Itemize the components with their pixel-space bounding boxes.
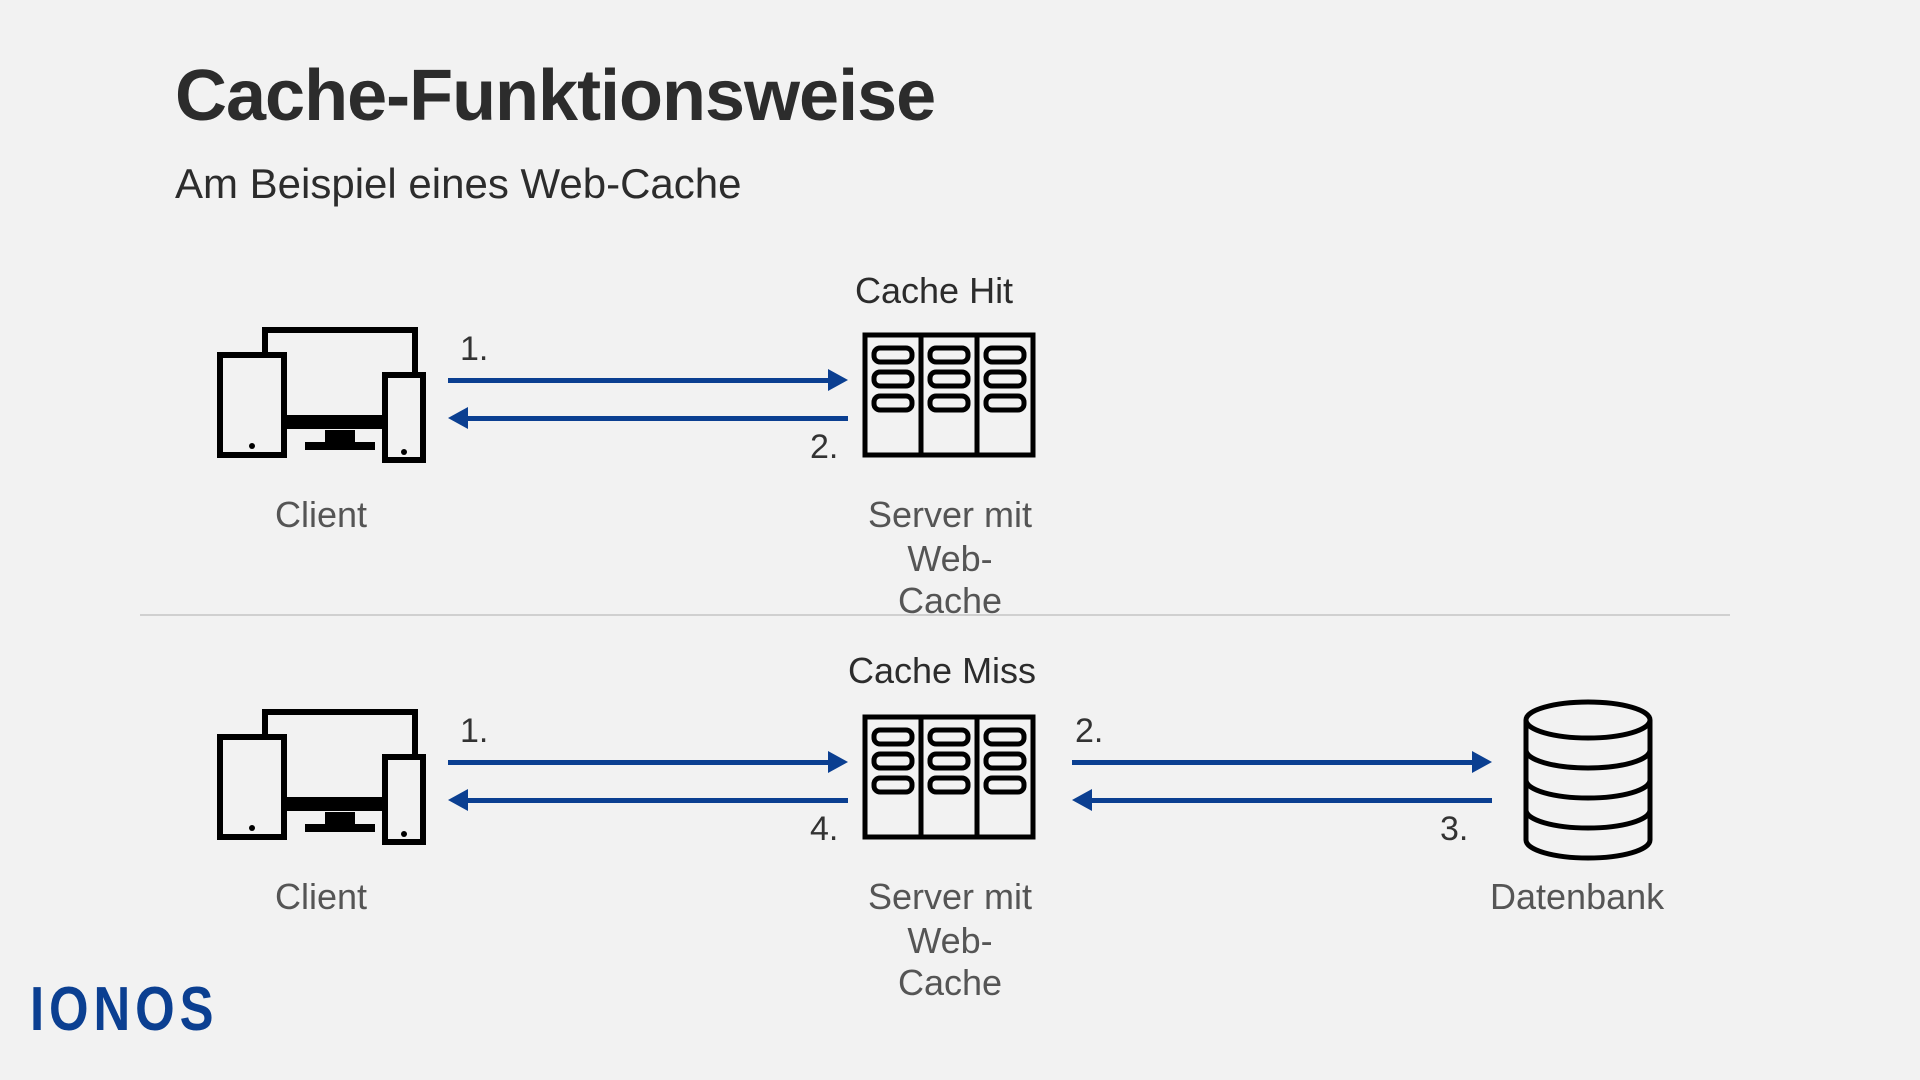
miss-server-label-2: Web-Cache bbox=[860, 920, 1040, 1004]
arrowhead-left-icon bbox=[1072, 789, 1092, 811]
divider bbox=[140, 614, 1730, 616]
arrow-left-icon bbox=[468, 798, 848, 803]
hit-server-label-2: Web-Cache bbox=[860, 538, 1040, 622]
miss-step-4: 4. bbox=[810, 810, 838, 849]
miss-step-2: 2. bbox=[1075, 712, 1103, 751]
arrowhead-right-icon bbox=[1472, 751, 1492, 773]
miss-header: Cache Miss bbox=[848, 650, 1036, 692]
hit-step-1: 1. bbox=[460, 330, 488, 369]
arrow-right-icon bbox=[448, 378, 828, 383]
miss-db-label: Datenbank bbox=[1490, 876, 1664, 918]
arrowhead-left-icon bbox=[448, 789, 468, 811]
arrow-right-icon bbox=[1072, 760, 1472, 765]
miss-server-label-1: Server mit bbox=[860, 876, 1040, 918]
arrowhead-right-icon bbox=[828, 751, 848, 773]
arrow-right-icon bbox=[448, 760, 828, 765]
miss-step-3: 3. bbox=[1440, 810, 1468, 849]
client-devices-icon bbox=[210, 320, 430, 470]
page-title: Cache-Funktionsweise bbox=[175, 55, 935, 137]
hit-client-label: Client bbox=[275, 494, 367, 536]
hit-header: Cache Hit bbox=[855, 270, 1013, 312]
arrow-left-icon bbox=[468, 416, 848, 421]
server-rack-icon bbox=[860, 712, 1040, 842]
client-devices-icon bbox=[210, 702, 430, 852]
arrow-left-icon bbox=[1092, 798, 1492, 803]
database-icon bbox=[1518, 698, 1658, 868]
arrowhead-right-icon bbox=[828, 369, 848, 391]
server-rack-icon bbox=[860, 330, 1040, 460]
brand-logo: IONOS bbox=[30, 974, 218, 1045]
diagram-canvas: Cache-Funktionsweise Am Beispiel eines W… bbox=[0, 0, 1920, 1080]
hit-server-label-1: Server mit bbox=[860, 494, 1040, 536]
hit-step-2: 2. bbox=[810, 428, 838, 467]
page-subtitle: Am Beispiel eines Web-Cache bbox=[175, 160, 742, 208]
miss-client-label: Client bbox=[275, 876, 367, 918]
arrowhead-left-icon bbox=[448, 407, 468, 429]
miss-step-1: 1. bbox=[460, 712, 488, 751]
